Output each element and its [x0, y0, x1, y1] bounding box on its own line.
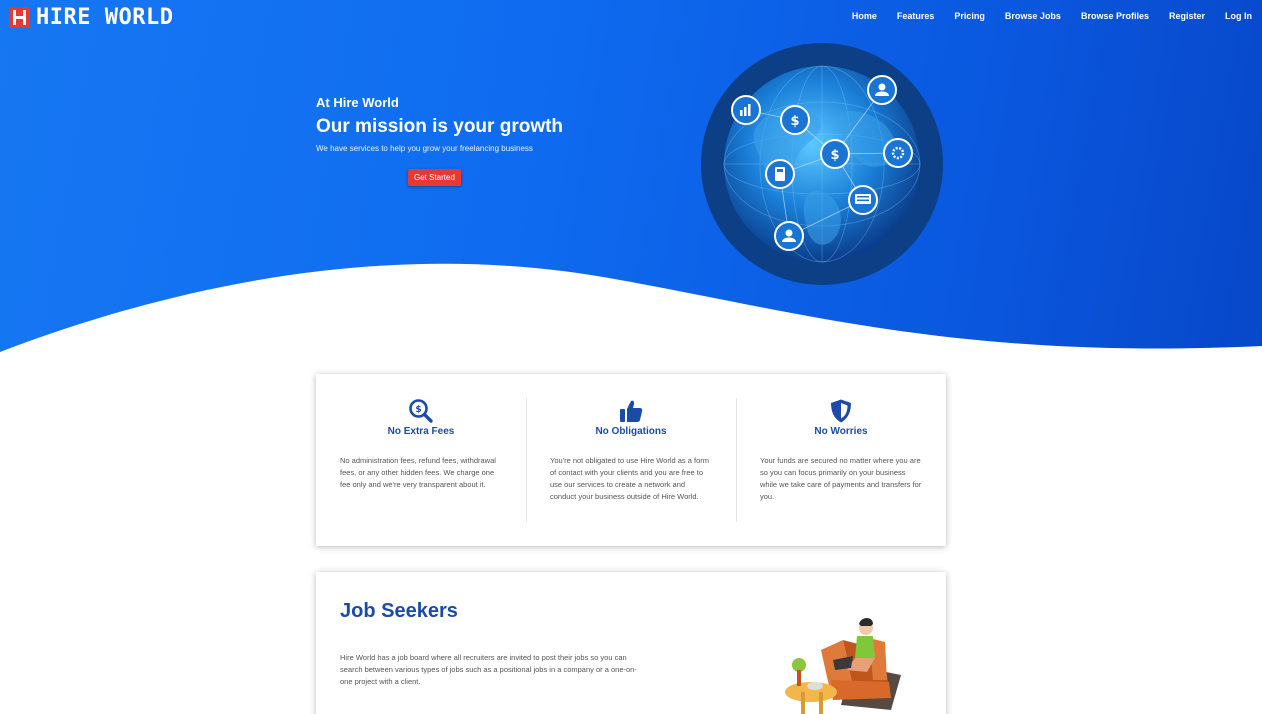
freelancer-armchair-illustration [785, 618, 901, 714]
brand-name: HIRE WORLD [36, 5, 174, 30]
job-seekers-card: Job Seekers Hire World has a job board w… [316, 572, 946, 714]
nav-log-in[interactable]: Log In [1225, 11, 1252, 21]
section-description: Hire World has a job board where all rec… [340, 653, 637, 686]
page: HIRE WORLD Home Features Pricing Browse … [0, 0, 1262, 714]
thumbs-up-icon [620, 400, 643, 422]
feature-title: No Worries [814, 426, 868, 437]
feature-no-obligations: No Obligations You're not obligated to u… [526, 374, 736, 546]
nav-home[interactable]: Home [852, 11, 877, 21]
feature-title: No Extra Fees [387, 426, 455, 437]
svg-text:$: $ [830, 148, 839, 163]
section-title: Job Seekers [340, 600, 458, 622]
feature-title: No Obligations [595, 426, 667, 437]
nav-browse-jobs[interactable]: Browse Jobs [1005, 11, 1061, 21]
nav-pricing[interactable]: Pricing [954, 11, 985, 21]
hero-subtitle: At Hire World [316, 95, 399, 110]
get-started-button[interactable]: Get Started [408, 169, 461, 186]
top-nav: Home Features Pricing Browse Jobs Browse… [832, 11, 1252, 21]
logo-icon [9, 7, 30, 28]
hero-title: Our mission is your growth [316, 116, 564, 137]
nav-browse-profiles[interactable]: Browse Profiles [1081, 11, 1149, 21]
feature-description: You're not obligated to use Hire World a… [550, 456, 710, 501]
globe-network-illustration: $ $ [701, 43, 943, 285]
hero-description: We have services to help you grow your f… [316, 144, 533, 153]
svg-text:$: $ [790, 114, 799, 129]
feature-no-worries: No Worries Your funds are secured no mat… [736, 374, 946, 546]
features-card: $ No Extra Fees No administration fees, … [316, 374, 946, 546]
feature-description: Your funds are secured no matter where y… [760, 456, 922, 501]
nav-features[interactable]: Features [897, 11, 935, 21]
hero-section: HIRE WORLD Home Features Pricing Browse … [0, 0, 1262, 370]
brand-logo[interactable]: HIRE WORLD [9, 5, 173, 30]
feature-description: No administration fees, refund fees, wit… [340, 456, 496, 489]
shield-icon [831, 399, 851, 423]
hero-wave-divider [0, 263, 1262, 370]
feature-no-extra-fees: $ No Extra Fees No administration fees, … [316, 374, 526, 546]
svg-text:$: $ [415, 405, 421, 415]
magnifier-dollar-icon: $ [409, 399, 433, 423]
nav-register[interactable]: Register [1169, 11, 1205, 21]
